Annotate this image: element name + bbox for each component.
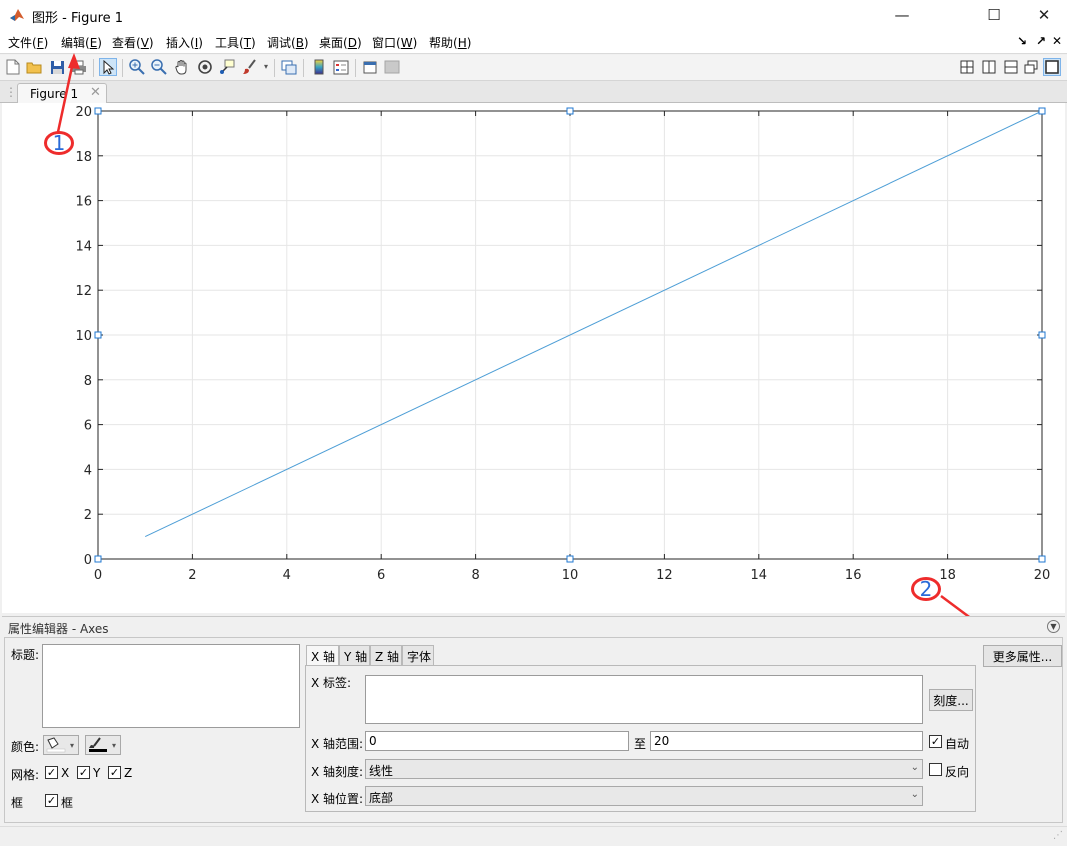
grid-x-label: X	[61, 766, 70, 780]
edge-color-button[interactable]: ▾	[85, 735, 121, 755]
tab-x-axis[interactable]: X 轴	[306, 645, 339, 666]
box-checkbox-label: 框	[61, 796, 74, 810]
grid-z-label: Z	[124, 766, 133, 780]
x-axis-panel: X 标签: 刻度... X 轴范围: 0 至 20 ✓ 自动 X 轴刻度: 线性…	[305, 665, 976, 812]
x-scale-label: X 轴刻度:	[311, 765, 364, 779]
chevron-down-icon: ⌄	[910, 762, 919, 773]
tab-z-axis[interactable]: Z 轴	[370, 645, 402, 665]
grid-y-checkbox[interactable]: ✓	[77, 766, 90, 779]
title-label: 标题:	[11, 648, 40, 662]
x-range-min-input[interactable]: 0	[365, 731, 629, 751]
box-checkbox[interactable]: ✓	[45, 794, 58, 807]
title-textarea[interactable]	[42, 644, 300, 728]
grid-x-checkbox[interactable]: ✓	[45, 766, 58, 779]
reverse-checkbox[interactable]	[929, 763, 942, 776]
to-label: 至	[634, 737, 647, 751]
svg-text:▾: ▾	[112, 741, 116, 750]
x-label-textarea[interactable]	[365, 675, 923, 724]
annotation-circle-1: 1	[44, 131, 74, 155]
x-scale-select[interactable]: 线性 ⌄	[365, 759, 923, 779]
property-editor-title: 属性编辑器 - Axes	[8, 622, 109, 636]
tab-font[interactable]: 字体	[402, 645, 434, 665]
ticks-button[interactable]: 刻度...	[929, 689, 973, 711]
more-properties-button[interactable]: 更多属性...	[983, 645, 1062, 667]
x-label-label: X 标签:	[311, 676, 352, 690]
collapse-icon[interactable]: ▼	[1047, 620, 1060, 633]
auto-checkbox[interactable]: ✓	[929, 735, 942, 748]
grid-label: 网格:	[11, 768, 40, 782]
reverse-label: 反向	[945, 765, 970, 779]
annotation-number-2: 2	[919, 577, 933, 601]
x-location-select[interactable]: 底部 ⌄	[365, 786, 923, 806]
x-location-value: 底部	[369, 791, 394, 805]
box-label: 框	[11, 796, 24, 810]
tab-y-axis[interactable]: Y 轴	[339, 645, 370, 665]
x-range-label: X 轴范围:	[311, 737, 364, 751]
color-label: 颜色:	[11, 740, 40, 754]
auto-label: 自动	[945, 737, 970, 751]
annotation-arrow-1	[56, 61, 75, 133]
grid-y-label: Y	[93, 766, 101, 780]
annotation-number-1: 1	[52, 131, 66, 155]
resize-grip-icon: ⋰	[1053, 830, 1063, 841]
x-range-max-input[interactable]: 20	[650, 731, 923, 751]
x-scale-value: 线性	[369, 764, 394, 778]
property-editor: 属性编辑器 - Axes ▼ 标题: 颜色: ▾ ▾ 网格: ✓ X ✓ Y ✓…	[2, 616, 1065, 826]
grid-z-checkbox[interactable]: ✓	[108, 766, 121, 779]
annotation-arrowhead-1	[68, 53, 80, 69]
x-location-label: X 轴位置:	[311, 792, 364, 806]
annotation-circle-2: 2	[911, 577, 941, 601]
svg-text:▾: ▾	[70, 741, 74, 750]
chevron-down-icon: ⌄	[910, 789, 919, 800]
face-color-button[interactable]: ▾	[43, 735, 79, 755]
status-bar: ⋰	[0, 826, 1067, 846]
property-editor-panel: 标题: 颜色: ▾ ▾ 网格: ✓ X ✓ Y ✓ Z 框 ✓ 框 X 轴 Y …	[4, 637, 1063, 823]
